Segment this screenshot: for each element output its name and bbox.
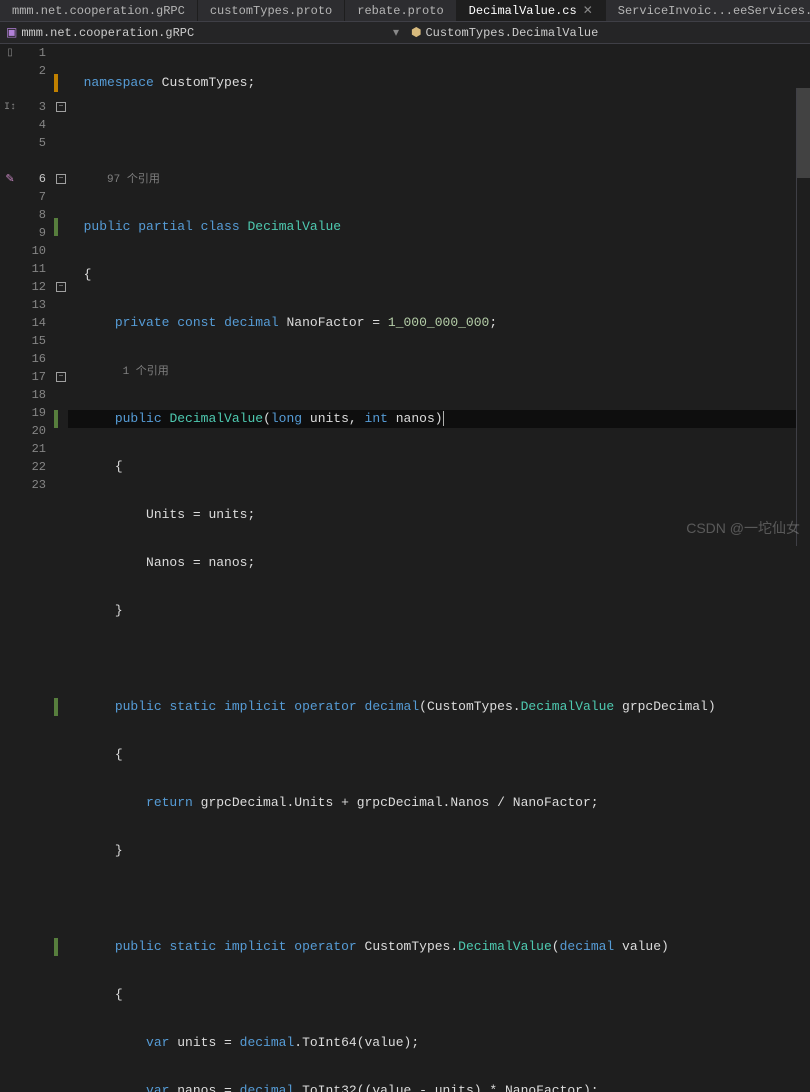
type-dropdown[interactable]: ⬢ CustomTypes.DecimalValue: [405, 23, 810, 42]
fold-toggle[interactable]: −: [56, 282, 66, 292]
tab-customtypes-proto[interactable]: customTypes.proto: [198, 0, 345, 21]
tab-grpc[interactable]: mmm.net.cooperation.gRPC: [0, 0, 198, 21]
fold-gutter: − − − −: [54, 44, 68, 546]
fold-toggle[interactable]: −: [56, 102, 66, 112]
code-area[interactable]: namespace CustomTypes; 97 个引用 public par…: [68, 44, 810, 546]
context-bar: ▣ mmm.net.cooperation.gRPC ▾ ⬢ CustomTyp…: [0, 22, 810, 44]
csharp-project-icon: ▣: [6, 25, 17, 40]
watermark-text: CSDN @一坨仙女: [686, 518, 800, 538]
class-icon: ⬢: [411, 25, 421, 40]
codelens-references[interactable]: 1 个引用: [123, 366, 169, 378]
tab-serviceinvoice[interactable]: ServiceInvoic...eeServices.cs: [606, 0, 810, 21]
glyph-margin: ▯ I↕ ✎: [0, 44, 20, 546]
scrollbar-thumb[interactable]: [797, 88, 810, 178]
code-editor[interactable]: ▯ I↕ ✎ 123 45 678910 1112131415 16171819…: [0, 44, 810, 546]
fold-toggle[interactable]: −: [56, 372, 66, 382]
close-icon[interactable]: ✕: [583, 3, 593, 18]
insight-icon[interactable]: I↕: [4, 102, 16, 113]
edit-pen-icon: ✎: [5, 172, 14, 186]
tab-rebate-proto[interactable]: rebate.proto: [345, 0, 456, 21]
text-cursor: [443, 411, 444, 426]
tab-bar: mmm.net.cooperation.gRPC customTypes.pro…: [0, 0, 810, 22]
bookmark-icon[interactable]: ▯: [7, 47, 13, 59]
fold-toggle[interactable]: −: [56, 174, 66, 184]
codelens-references[interactable]: 97 个引用: [107, 174, 160, 186]
project-dropdown[interactable]: ▣ mmm.net.cooperation.gRPC ▾: [0, 23, 405, 42]
line-numbers: 123 45 678910 1112131415 1617181920 2122…: [20, 44, 54, 546]
chevron-down-icon: ▾: [393, 25, 399, 40]
tab-decimalvalue-cs[interactable]: DecimalValue.cs✕: [457, 0, 606, 21]
vertical-scrollbar[interactable]: [796, 88, 810, 546]
